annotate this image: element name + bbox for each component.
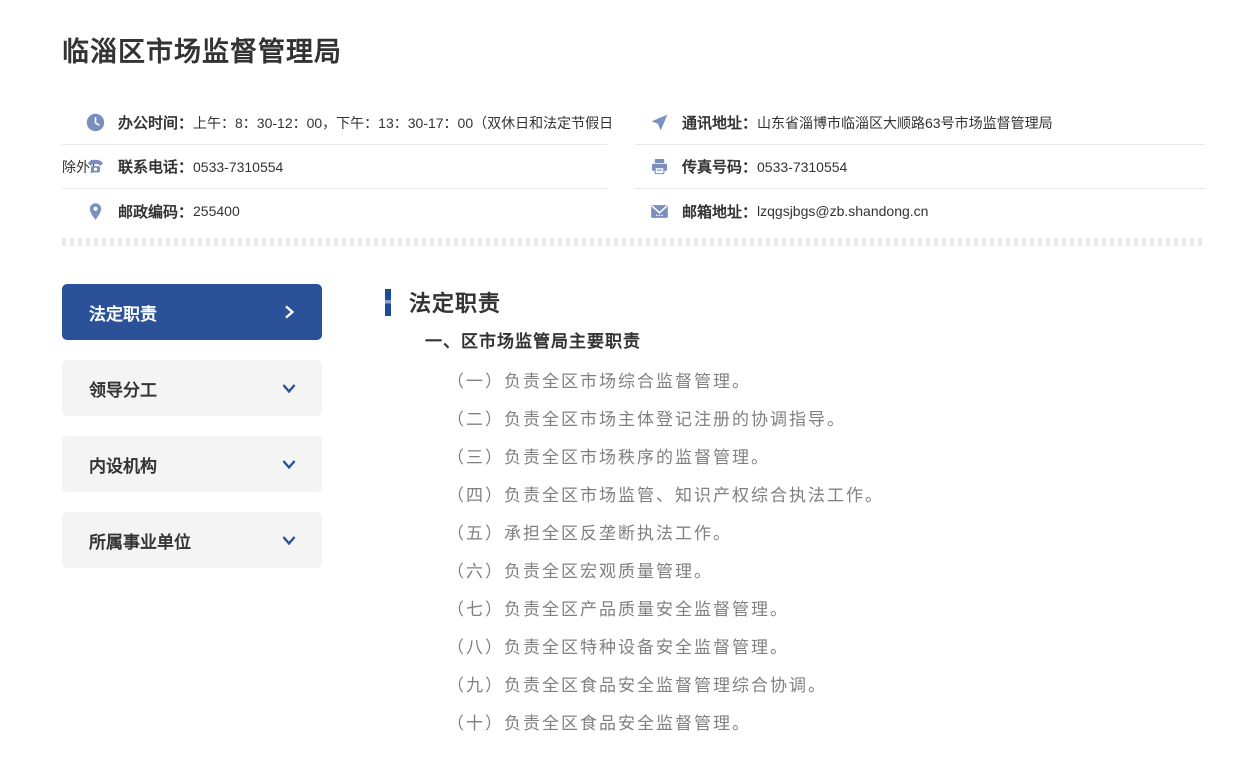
envelope-icon: [650, 202, 669, 221]
phone-row: 除外） 联系电话： 0533-7310554: [62, 145, 607, 189]
chevron-right-icon: [280, 303, 298, 321]
list-item: （四）负责全区市场监管、知识产权综合执法工作。: [447, 486, 884, 506]
section-title: 法定职责: [409, 291, 502, 316]
content-panel: 法定职责 一、区市场监管局主要职责 （一）负责全区市场综合监督管理。 （二）负责…: [385, 284, 1205, 743]
email-row: 邮箱地址： lzqgsjbgs@zb.shandong.cn: [635, 189, 1205, 233]
main-area: 法定职责 领导分工 内设机构 所属事业单位 法定职责 一、区市场监管局主要职责 …: [62, 284, 1205, 743]
vertical-bar-marker: [385, 288, 391, 316]
address-row: 通讯地址： 山东省淄博市临淄区大顺路63号市场监督管理局: [635, 101, 1205, 145]
list-item: （三）负责全区市场秩序的监督管理。: [447, 448, 770, 468]
sidebar-item-label: 领导分工: [89, 380, 157, 400]
section-subtitle: 一、区市场监管局主要职责: [425, 332, 641, 351]
postal-value: 255400: [193, 203, 240, 219]
list-item: （八）负责全区特种设备安全监督管理。: [447, 638, 789, 658]
sidebar-item-label: 内设机构: [89, 456, 157, 476]
phone-value: 0533-7310554: [193, 158, 284, 175]
chevron-down-icon: [280, 531, 298, 549]
agency-info-page: 临淄区市场监督管理局 办公时间： 上午：8：30-12：00，下午：13：30-…: [0, 30, 1260, 743]
list-item: （六）负责全区宏观质量管理。: [447, 562, 713, 582]
office-hours-value: 上午：8：30-12：00，下午：13：30-17：00（双休日和法定节假日: [193, 114, 614, 131]
sidebar-item-label: 法定职责: [89, 304, 157, 324]
sidebar-item-leadership[interactable]: 领导分工: [62, 360, 322, 416]
postal-row: 邮政编码： 255400: [62, 189, 607, 233]
list-item: （一）负责全区市场综合监督管理。: [447, 372, 751, 392]
email-value: lzqgsjbgs@zb.shandong.cn: [757, 203, 929, 219]
chevron-down-icon: [280, 379, 298, 397]
address-value: 山东省淄博市临淄区大顺路63号市场监督管理局: [757, 114, 1053, 131]
fax-value: 0533-7310554: [757, 158, 848, 175]
list-item: （十）负责全区食品安全监督管理。: [447, 714, 751, 734]
send-icon: [650, 113, 669, 132]
office-hours-row: 办公时间： 上午：8：30-12：00，下午：13：30-17：00（双休日和法…: [62, 101, 613, 145]
striped-divider: [62, 238, 1205, 246]
office-hours-label: 办公时间：: [118, 115, 194, 132]
fax-icon: [650, 157, 669, 176]
email-label: 邮箱地址：: [682, 203, 758, 221]
sidebar-item-internal-orgs[interactable]: 内设机构: [62, 436, 322, 492]
phone-icon: [86, 157, 105, 176]
list-item: （五）承担全区反垄断执法工作。: [447, 524, 732, 544]
list-item: （七）负责全区产品质量安全监督管理。: [447, 600, 789, 620]
fax-label: 传真号码：: [682, 159, 758, 176]
sidebar-item-legal-duties[interactable]: 法定职责: [62, 284, 322, 340]
postal-label: 邮政编码：: [118, 203, 194, 221]
content-heading: 法定职责: [385, 286, 1205, 318]
sidebar-item-subordinate-units[interactable]: 所属事业单位: [62, 512, 322, 568]
sidebar-item-label: 所属事业单位: [89, 532, 191, 552]
duty-clause-list: （一）负责全区市场综合监督管理。 （二）负责全区市场主体登记注册的协调指导。 （…: [447, 363, 1205, 743]
list-item: （二）负责全区市场主体登记注册的协调指导。: [447, 410, 846, 430]
contact-info-section: 办公时间： 上午：8：30-12：00，下午：13：30-17：00（双休日和法…: [62, 101, 1205, 233]
page-title: 临淄区市场监督管理局: [62, 37, 342, 67]
location-pin-icon: [86, 202, 105, 221]
fax-row: 传真号码： 0533-7310554: [635, 145, 1205, 189]
list-item: （九）负责全区食品安全监督管理综合协调。: [447, 676, 827, 696]
sidebar-nav: 法定职责 领导分工 内设机构 所属事业单位: [62, 284, 322, 743]
address-label: 通讯地址：: [682, 115, 758, 132]
chevron-down-icon: [280, 455, 298, 473]
phone-label: 联系电话：: [118, 159, 194, 176]
clock-icon: [86, 113, 105, 132]
